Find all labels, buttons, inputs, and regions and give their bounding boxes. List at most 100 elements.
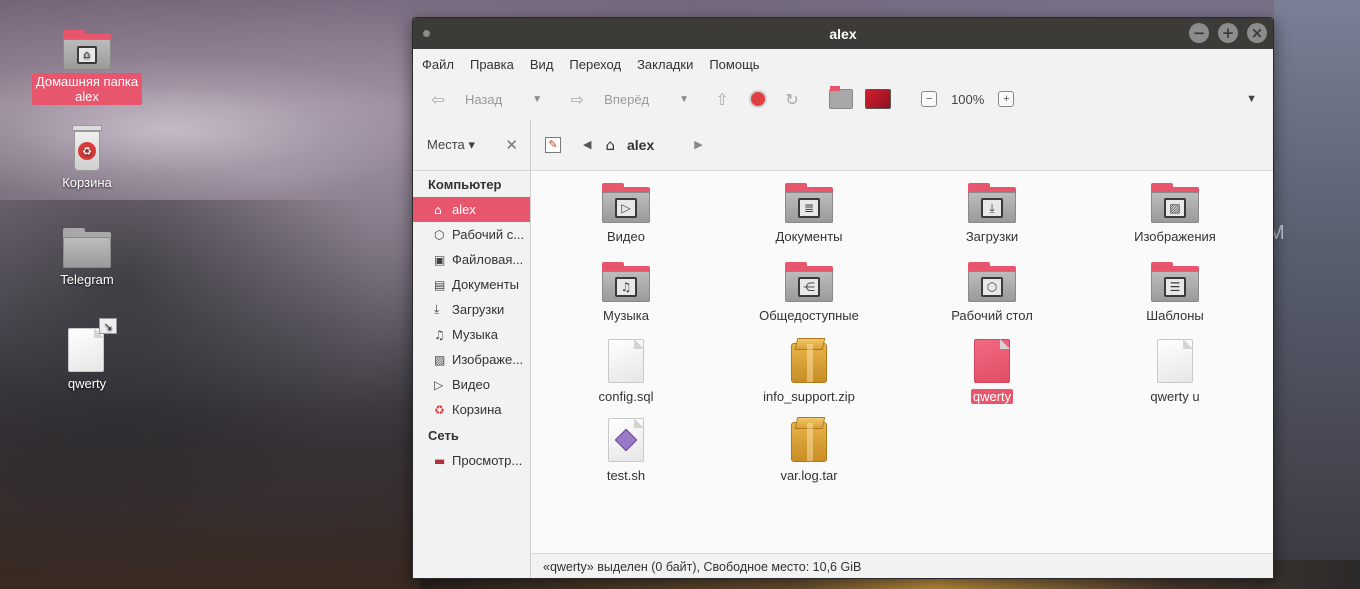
file-item-music[interactable]: ♫ Музыка [551,262,701,323]
desktop-telegram-folder[interactable]: Telegram [32,228,142,288]
home-icon: ⌂ [434,202,442,217]
back-history-dropdown[interactable]: ▼ [532,94,542,105]
minimize-button[interactable]: − [1189,23,1209,43]
zoom-out-button[interactable]: − [921,91,938,107]
text-file-icon [1157,339,1193,383]
file-item-documents[interactable]: ≣ Документы [734,183,884,244]
forward-label: Вперёд [604,91,650,107]
main-pane: ✎ ◀ ⌂ alex ▶ ▷ Видео ≣ Документы ⤓ Загру… [531,119,1273,578]
file-item-var-log-tar[interactable]: var.log.tar [734,422,884,483]
file-item-qwerty[interactable]: qwerty [917,339,1067,404]
folder-glyph: ⋲ [798,276,820,297]
desktop-trash[interactable]: ♻ Корзина [32,125,142,191]
window-title: alex [829,25,857,42]
zoom-out-icon: − [921,91,938,107]
trash-icon: ♻ [434,402,445,417]
zoom-level[interactable]: 100% [951,92,984,107]
file-name-selected: qwerty [970,389,1014,404]
back-label: Назад [465,91,503,107]
desktop-icon-label: Telegram [60,272,114,287]
pathbar: ✎ ◀ ⌂ alex ▶ [531,119,1273,171]
up-arrow-icon[interactable]: ⇧ [711,88,733,110]
folder-icon [63,228,111,268]
file-item-public[interactable]: ⋲ Общедоступные [734,262,884,323]
sidebar-item-pictures[interactable]: ▨ Изображе... [413,347,530,372]
menu-edit[interactable]: Правка [470,57,514,72]
window-menu-icon[interactable] [423,30,430,37]
forward-button[interactable]: ⇨ Вперёд [566,88,649,110]
menu-bookmarks[interactable]: Закладки [637,57,693,72]
menu-view[interactable]: Вид [530,57,554,72]
file-name: Рабочий стол [951,308,1033,323]
sidebar-item-documents[interactable]: ▤ Документы [413,272,530,297]
reload-icon[interactable]: ↻ [781,88,803,110]
menu-file[interactable]: Файл [422,57,454,72]
sidebar-item-filesystem[interactable]: ▣ Файловая... [413,247,530,272]
statusbar: «qwerty» выделен (0 байт), Свободное мес… [531,553,1273,578]
computer-icon [865,89,892,109]
sidebar-item-music[interactable]: ♫ Музыка [413,322,530,347]
computer-button[interactable] [865,89,892,109]
file-item-desktop[interactable]: ⬡ Рабочий стол [917,262,1067,323]
zoom-in-button[interactable]: + [998,91,1015,107]
text-file-icon [974,339,1010,383]
sidebar-close-icon[interactable]: ✕ [505,136,518,154]
maximize-button[interactable]: + [1218,23,1238,43]
menu-go[interactable]: Переход [569,57,621,72]
folder-glyph: ▨ [1164,197,1186,218]
archive-icon [791,422,827,462]
file-item-qwerty-u[interactable]: qwerty u [1100,339,1250,404]
sidebar-section-network: Сеть [428,428,459,443]
file-name: qwerty u [1150,389,1200,404]
path-forward-arrow-icon[interactable]: ▶ [694,138,702,151]
forward-history-dropdown[interactable]: ▼ [679,94,689,105]
downloads-folder-icon: ⤓ [968,183,1016,223]
sidebar-header-label: Места [427,136,465,152]
file-item-templates[interactable]: ☰ Шаблоны [1100,262,1250,323]
back-arrow-icon: ⇦ [431,89,445,109]
close-button[interactable]: × [1247,23,1267,43]
folder-glyph: ☰ [1164,276,1186,297]
back-button[interactable]: ⇦ Назад [427,88,502,110]
sidebar-item-trash[interactable]: ♻ Корзина [413,397,530,422]
sidebar-section-computer: Компьютер [428,177,502,192]
sidebar-item-videos[interactable]: ▷ Видео [413,372,530,397]
sidebar-item-label: Музыка [452,327,498,342]
pictures-folder-icon: ▨ [1151,183,1199,223]
toolbar: ⇦ Назад ▼ ⇨ Вперёд ▼ ⇧ ↻ − 100% + ▼ [413,79,1273,119]
documents-folder-icon: ≣ [785,183,833,223]
location-edit-icon[interactable]: ✎ [545,136,561,153]
toolbar-overflow-button[interactable]: ▼ [1246,93,1257,105]
music-icon: ♫ [434,327,445,342]
sidebar-places-selector[interactable]: Места ▾ [427,137,475,153]
menu-help[interactable]: Помощь [709,57,759,72]
sidebar-item-label: alex [452,202,476,217]
download-icon: ⤓ [434,302,440,316]
window-titlebar[interactable]: alex − + × [413,18,1273,49]
file-item-info-support-zip[interactable]: info_support.zip [734,343,884,404]
sidebar-item-home[interactable]: ⌂ alex [413,197,530,222]
path-home-icon[interactable]: ⌂ [605,136,615,154]
file-item-config-sql[interactable]: config.sql [551,339,701,404]
desktop-icon-label: Домашняя папка alex [32,73,142,105]
home-button[interactable] [829,86,854,109]
sidebar-item-downloads[interactable]: ⤓ Загрузки [413,297,530,322]
share-folder-icon: ⋲ [785,262,833,302]
file-item-videos[interactable]: ▷ Видео [551,183,701,244]
path-back-arrow-icon[interactable]: ◀ [583,138,591,151]
image-icon: ▨ [434,352,446,367]
documents-icon: ▤ [434,277,446,292]
file-item-test-sh[interactable]: test.sh [551,418,701,483]
file-item-pictures[interactable]: ▨ Изображения [1100,183,1250,244]
desktop-home-folder[interactable]: ⌂ Домашняя папка alex [32,30,142,105]
stop-button[interactable] [749,90,768,108]
sidebar-item-label: Документы [452,277,520,292]
file-item-downloads[interactable]: ⤓ Загрузки [917,183,1067,244]
text-file-icon [608,339,644,383]
sidebar-item-desktop[interactable]: ⬡ Рабочий с... [413,222,530,247]
file-name: info_support.zip [763,389,855,404]
sidebar-item-network-browse[interactable]: ▬ Просмотр... [413,448,530,473]
desktop-qwerty-file[interactable]: ↘ qwerty [32,318,142,392]
folder-glyph: ⤓ [981,197,1003,218]
path-crumb-current[interactable]: alex [627,137,654,153]
